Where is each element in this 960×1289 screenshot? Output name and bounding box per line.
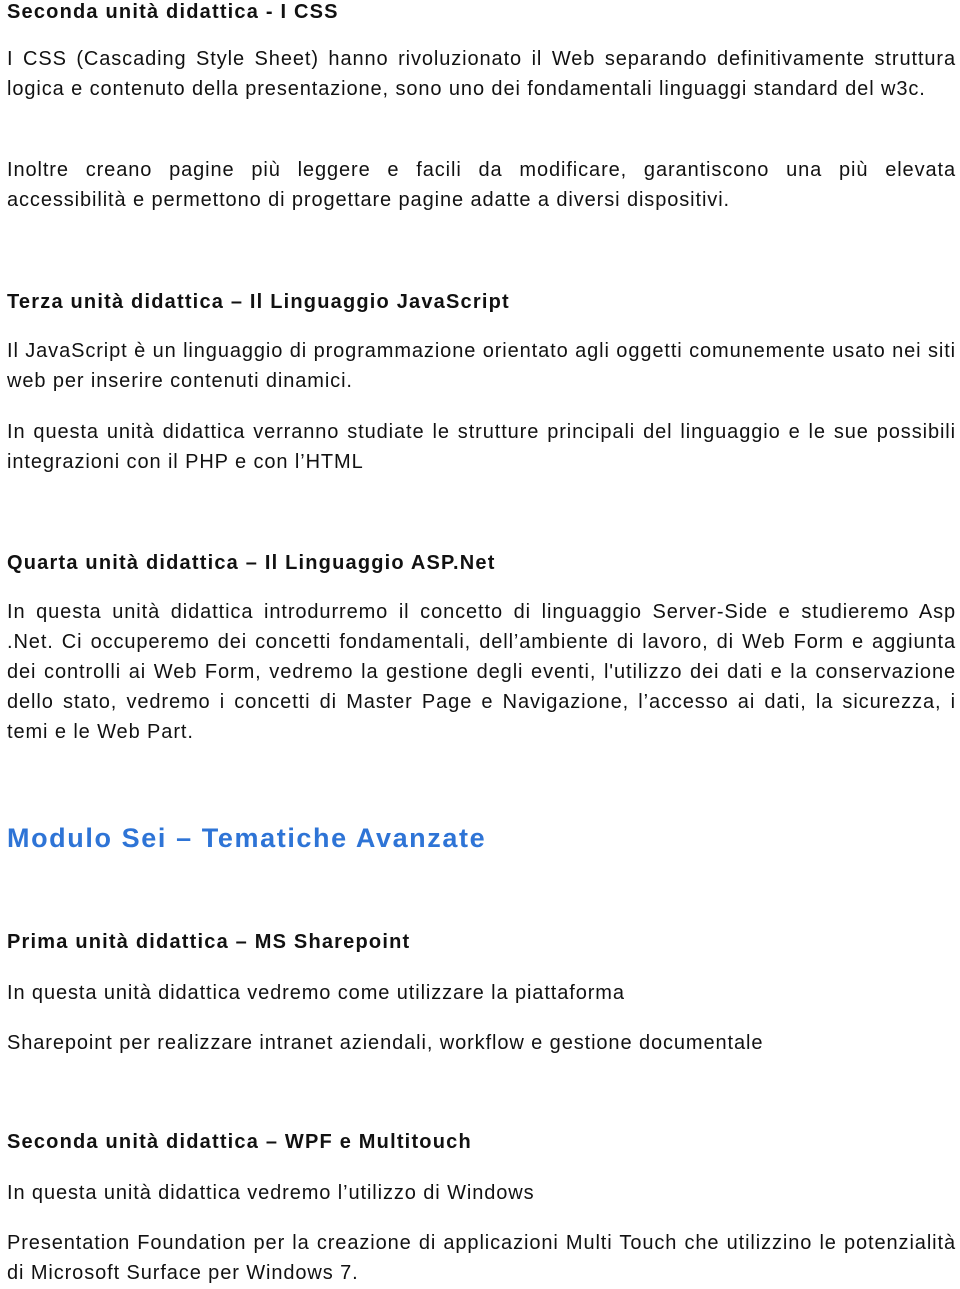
paragraph-css-intro: I CSS (Cascading Style Sheet) hanno rivo… <box>7 48 956 100</box>
paragraph-sharepoint-2: Sharepoint per realizzare intranet azien… <box>7 1032 764 1054</box>
section-heading-sharepoint: Prima unità didattica – MS Sharepoint <box>7 931 411 953</box>
module-title: Modulo Sei – Tematiche Avanzate <box>7 823 487 853</box>
section-heading-javascript: Terza unità didattica – Il Linguaggio Ja… <box>7 291 510 313</box>
paragraph-sharepoint-1: In questa unità didattica vedremo come u… <box>7 982 625 1004</box>
paragraph-wpf-1: In questa unità didattica vedremo l’util… <box>7 1182 535 1204</box>
paragraph-wpf-2: Presentation Foundation per la creazione… <box>7 1232 956 1284</box>
section-heading-aspnet: Quarta unità didattica – Il Linguaggio A… <box>7 552 496 574</box>
paragraph-css-benefits: Inoltre creano pagine più leggere e faci… <box>7 159 956 211</box>
paragraph-javascript-topics: In questa unità didattica verranno studi… <box>7 421 956 473</box>
section-heading-css: Seconda unità didattica - I CSS <box>7 1 339 23</box>
section-heading-wpf: Seconda unità didattica – WPF e Multitou… <box>7 1131 472 1153</box>
paragraph-javascript-intro: Il JavaScript è un linguaggio di program… <box>7 340 956 392</box>
paragraph-aspnet: In questa unità didattica introdurremo i… <box>7 601 956 743</box>
